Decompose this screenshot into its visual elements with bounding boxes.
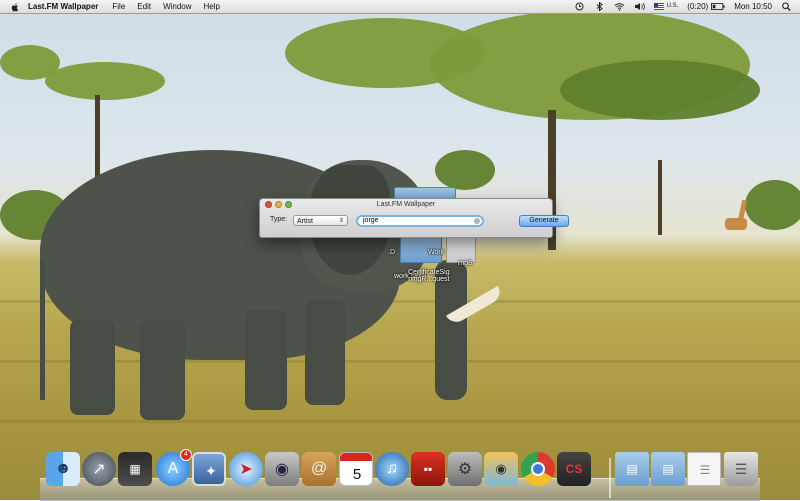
menu-file[interactable]: File <box>112 0 125 13</box>
wallpaper-elephant-leg <box>305 300 345 405</box>
input-source-label: U.S. <box>666 3 679 9</box>
search-input[interactable]: jorge <box>356 215 484 227</box>
windows-glyph: ▦ <box>129 462 141 476</box>
music-note-glyph: ♫ <box>386 460 398 477</box>
wallpaper-tree <box>45 62 165 100</box>
window-title: Last.FM Wallpaper <box>376 201 436 208</box>
wallpaper-elephant-leg <box>245 310 287 410</box>
camera-glyph: ◉ <box>275 461 289 478</box>
app-store-icon[interactable]: A 4 <box>156 449 192 486</box>
trash-icon[interactable]: ☰ <box>724 452 758 486</box>
type-select[interactable]: Artist ⇕ <box>293 215 348 226</box>
chrome-center <box>531 462 545 476</box>
chrome-icon[interactable] <box>521 452 555 486</box>
trash-glyph: ☰ <box>734 460 748 477</box>
us-flag-canton <box>653 3 658 7</box>
bluetooth-icon[interactable] <box>594 2 605 11</box>
menu-window[interactable]: Window <box>163 0 191 13</box>
mission-control-icon[interactable]: ▦ <box>118 452 152 486</box>
us-flag-icon <box>653 3 664 10</box>
lastfm-wallpaper-window: Last.FM Wallpaper Type: Artist ⇕ jorge G… <box>259 198 569 238</box>
menu-extras: U.S. (0:20) Mon 10:50 <box>565 0 792 13</box>
battery-status[interactable]: (0:20) <box>687 0 725 13</box>
preview-icon[interactable]: ✦ <box>192 452 226 486</box>
progress-spinner-icon <box>474 218 480 224</box>
generate-button[interactable]: Generate <box>519 215 569 227</box>
at-sign-glyph: @ <box>310 460 328 477</box>
spotlight-icon[interactable] <box>781 2 792 11</box>
folder-glyph: ▤ <box>662 462 674 476</box>
input-source-menu[interactable]: U.S. <box>653 0 679 13</box>
desktop-file-label[interactable]: Work <box>428 249 444 256</box>
battery-time: (0:20) <box>687 2 709 11</box>
safari-icon[interactable]: ➤ <box>229 452 263 486</box>
app-name-menu[interactable]: Last.FM Wallpaper <box>28 0 98 13</box>
search-input-value: jorge <box>363 217 379 224</box>
time-machine-icon[interactable] <box>574 2 585 11</box>
minimize-button[interactable] <box>275 201 282 208</box>
rocket-glyph: ↗ <box>92 461 106 478</box>
volume-icon[interactable] <box>634 2 645 11</box>
finder-icon[interactable]: ☻ <box>46 452 80 486</box>
folder-glyph: ▤ <box>626 462 638 476</box>
zoom-button[interactable] <box>285 201 292 208</box>
compass-glyph: ➤ <box>239 461 253 478</box>
close-button[interactable] <box>265 201 272 208</box>
itunes-icon[interactable]: ♫ <box>375 452 409 486</box>
desktop-file-label[interactable]: .D <box>388 249 395 256</box>
desktop-file-label[interactable]: CertificateSig ningR...quest <box>408 269 450 283</box>
wallpaper-elephant-tail <box>40 260 45 400</box>
facetime-icon[interactable]: ◉ <box>265 452 299 486</box>
documents-folder-icon[interactable]: ▤ <box>651 452 685 486</box>
document-glyph: ☰ <box>699 463 711 477</box>
system-preferences-icon[interactable]: ⚙ <box>448 452 482 486</box>
camera-glyph: ◉ <box>495 461 507 476</box>
desktop-file-label[interactable]: rnp8 <box>458 260 472 267</box>
wallpaper-elephant-leg <box>140 320 185 420</box>
menu-help[interactable]: Help <box>204 0 220 13</box>
wallpaper-grass <box>0 360 800 363</box>
wallpaper-tree <box>560 60 760 120</box>
menu-bar: Last.FM Wallpaper File Edit Window Help … <box>0 0 800 14</box>
cs-glyph: CS <box>565 462 583 476</box>
clock[interactable]: Mon 10:50 <box>734 0 772 13</box>
wifi-icon[interactable] <box>614 2 625 11</box>
app-store-badge: 4 <box>180 449 192 461</box>
type-select-value: Artist <box>297 218 313 225</box>
dock-separator <box>609 458 611 498</box>
wallpaper-grass <box>0 420 800 423</box>
window-content: Type: Artist ⇕ jorge Generate <box>260 210 569 236</box>
wallpaper-elephant-leg <box>70 320 115 415</box>
launchpad-icon[interactable]: ↗ <box>82 452 116 486</box>
photo-glyph: ✦ <box>205 462 217 479</box>
apple-menu-icon[interactable] <box>10 2 20 12</box>
adobe-cs-icon[interactable]: CS <box>557 452 591 486</box>
film-glyph: ▪▪ <box>423 462 433 476</box>
battery-icon <box>711 3 725 10</box>
wallpaper-giraffe <box>725 218 747 230</box>
gear-icon: ⚙ <box>457 461 473 478</box>
type-label: Type: <box>270 216 288 223</box>
address-book-icon[interactable]: @ <box>302 452 336 486</box>
wallpaper-dead-tree <box>658 160 662 235</box>
finder-face-glyph: ☻ <box>54 460 72 477</box>
chevron-updown-icon: ⇕ <box>338 218 344 224</box>
iphoto-icon[interactable]: ◉ <box>484 452 518 486</box>
ical-date: 5 <box>352 465 362 483</box>
applications-folder-icon[interactable]: ▤ <box>615 452 649 486</box>
window-titlebar[interactable]: Last.FM Wallpaper <box>260 199 552 210</box>
wallpaper-bush <box>745 180 800 230</box>
menu-edit[interactable]: Edit <box>137 0 151 13</box>
photo-booth-icon[interactable]: ▪▪ <box>411 452 445 486</box>
wallpaper-bush <box>435 150 495 190</box>
ical-icon[interactable]: 5 <box>339 452 373 486</box>
downloads-stack-icon[interactable]: ☰ <box>687 452 721 486</box>
